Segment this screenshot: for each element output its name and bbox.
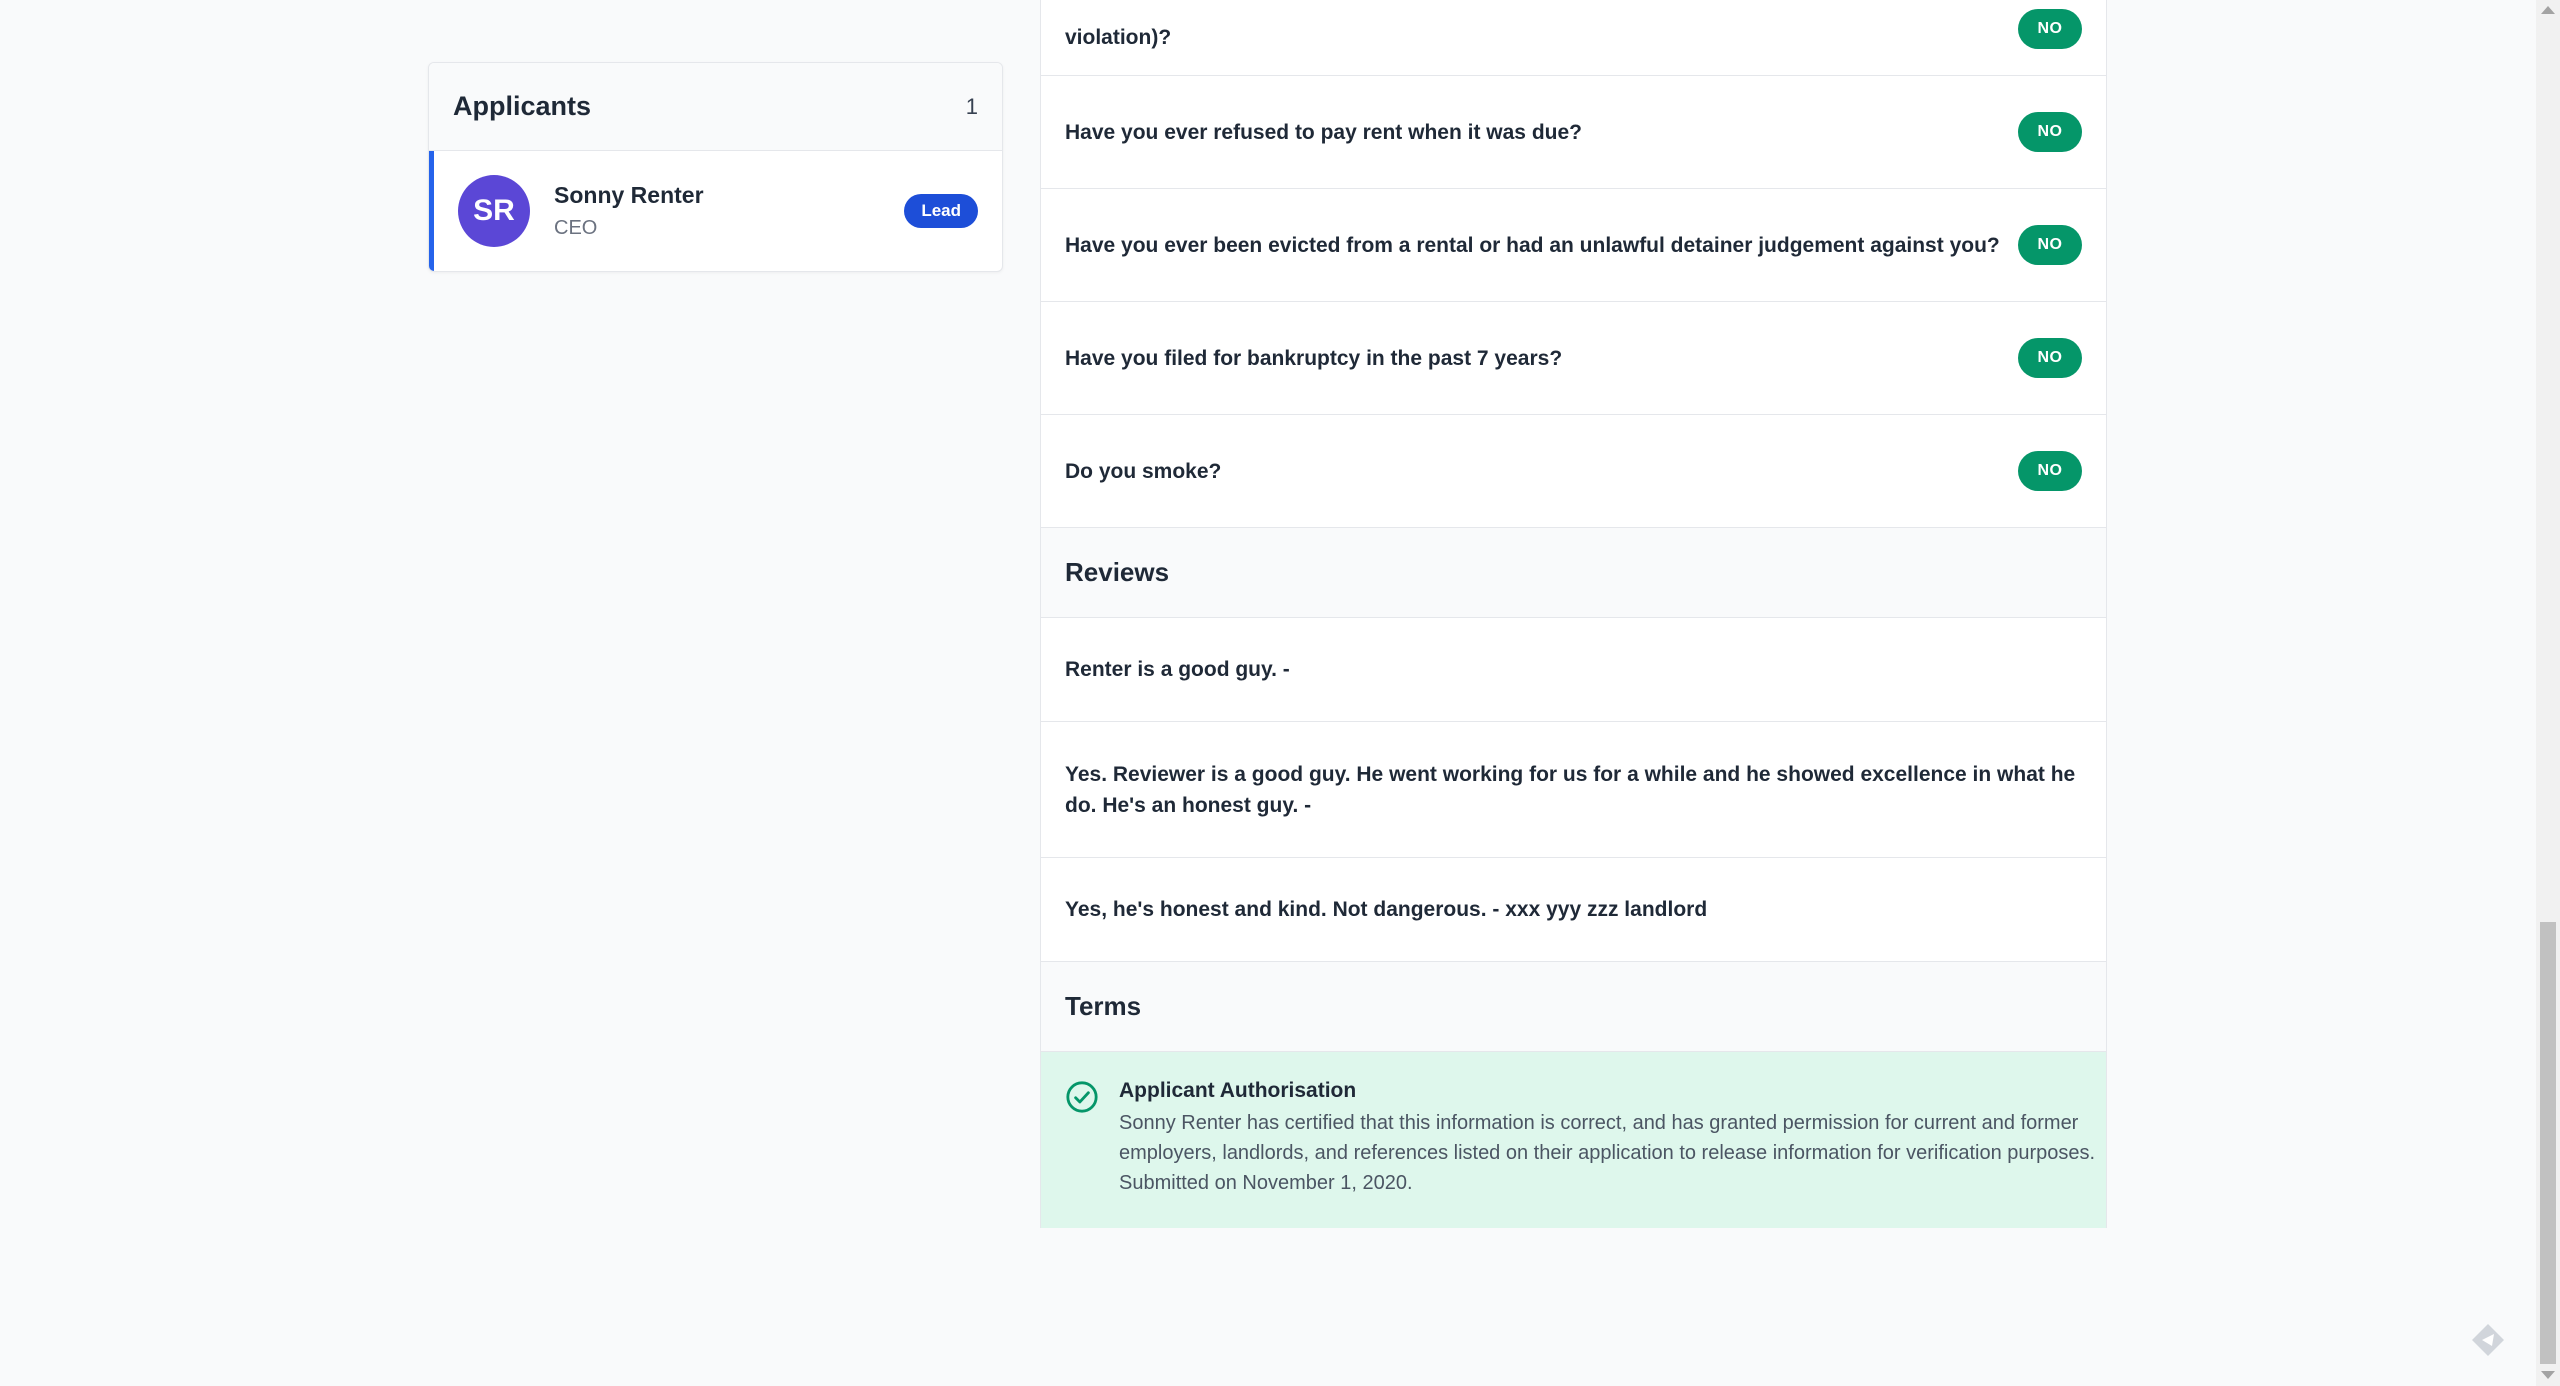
authorisation-content: Applicant Authorisation Sonny Renter has… [1119,1076,2119,1198]
application-details: violation)? NO Have you ever refused to … [1040,0,2107,1228]
lead-badge: Lead [904,194,978,228]
question-row: Have you ever refused to pay rent when i… [1041,76,2106,189]
review-item: Yes, he's honest and kind. Not dangerous… [1041,858,2106,962]
answer-badge: NO [2018,451,2082,491]
review-item: Renter is a good guy. - [1041,618,2106,722]
review-text: Renter is a good guy. - [1065,658,1290,681]
review-text: Yes. Reviewer is a good guy. He went wor… [1065,762,2076,817]
answer-badge: NO [2018,338,2082,378]
terms-title: Terms [1065,991,1142,1021]
scrollbar-thumb[interactable] [2540,922,2556,1364]
question-row: violation)? NO [1041,0,2106,76]
answer-badge: NO [2018,225,2082,265]
applicants-count: 1 [965,93,978,119]
reviews-title: Reviews [1065,557,1170,587]
question-text: Do you smoke? [1065,459,1222,483]
question-row: Do you smoke? NO [1041,415,2106,528]
applicants-header: Applicants 1 [429,63,1002,151]
question-text: Have you ever refused to pay rent when i… [1065,120,1582,144]
question-row: Have you ever been evicted from a rental… [1041,189,2106,302]
question-text: Have you ever been evicted from a rental… [1065,233,2000,257]
applicant-name: Sonny Renter [554,182,704,208]
question-text: Have you filed for bankruptcy in the pas… [1065,346,1563,370]
avatar: SR [458,175,530,247]
question-text: violation)? [1065,26,1172,49]
applicants-title: Applicants [453,91,592,121]
feedback-icon[interactable] [2468,1320,2508,1360]
scroll-up-arrow-icon[interactable] [2541,6,2555,14]
answer-badge: NO [2018,112,2082,152]
review-text: Yes, he's honest and kind. Not dangerous… [1065,898,1708,921]
review-item: Yes. Reviewer is a good guy. He went wor… [1041,722,2106,858]
reviews-header: Reviews [1041,528,2106,618]
authorisation-title: Applicant Authorisation [1119,1079,1357,1102]
terms-header: Terms [1041,962,2106,1052]
check-circle-icon [1066,1081,1098,1113]
applicant-info: Sonny Renter CEO [554,182,904,240]
authorisation-text: Sonny Renter has certified that this inf… [1119,1112,2096,1194]
authorisation-notice: Applicant Authorisation Sonny Renter has… [1041,1052,2106,1228]
applicant-role: CEO [554,217,598,239]
applicant-item[interactable]: SR Sonny Renter CEO Lead [429,151,1002,271]
scroll-down-arrow-icon[interactable] [2541,1371,2555,1379]
applicants-card: Applicants 1 SR Sonny Renter CEO Lead [428,62,1003,272]
answer-badge: NO [2018,9,2082,49]
question-row: Have you filed for bankruptcy in the pas… [1041,302,2106,415]
